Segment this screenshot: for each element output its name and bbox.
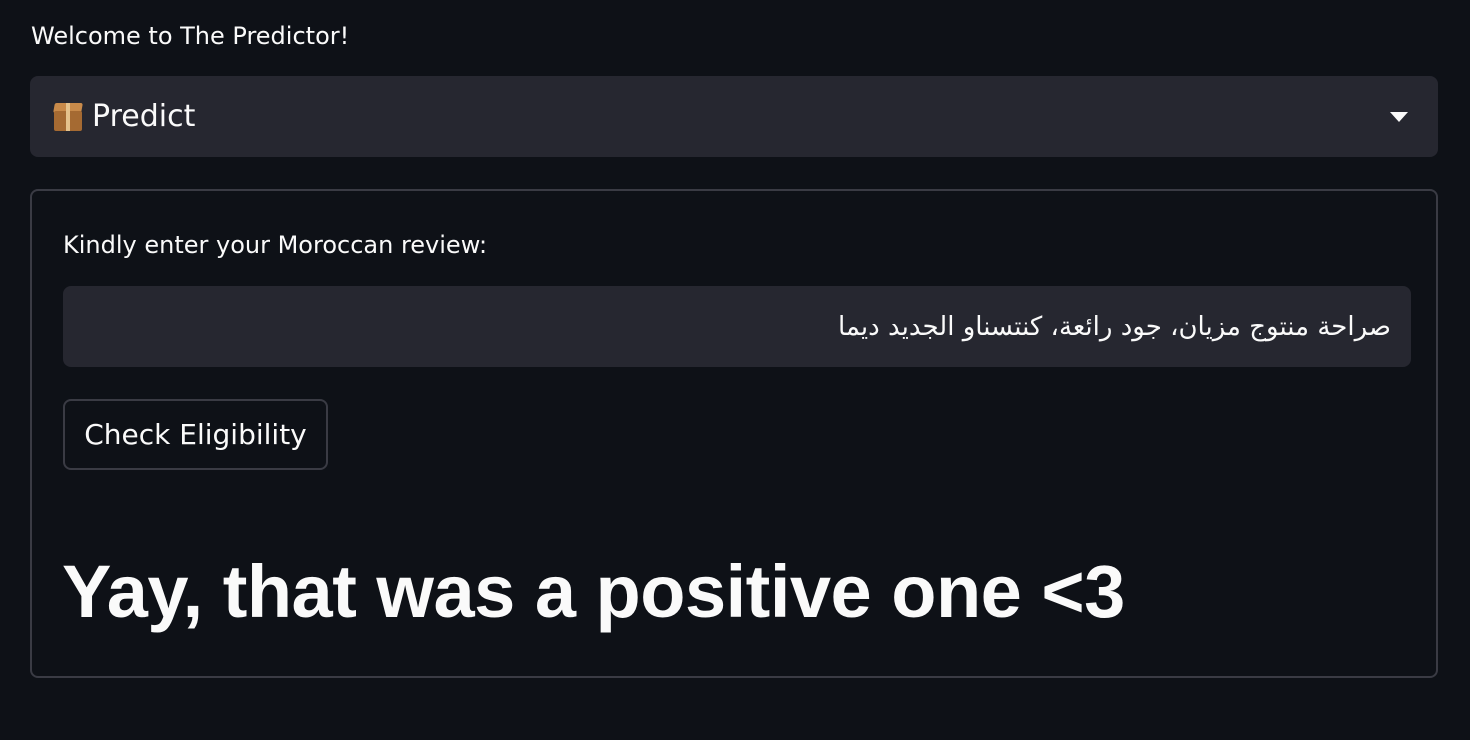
mode-select[interactable]: Predict — [30, 76, 1438, 157]
package-icon — [50, 99, 86, 135]
review-input[interactable]: صراحة منتوج مزيان، جود رائعة، كنتسناو ال… — [63, 286, 1411, 367]
welcome-text: Welcome to The Predictor! — [31, 22, 350, 50]
chevron-down-icon[interactable] — [1390, 112, 1408, 122]
app-page: Welcome to The Predictor! Predict Kindly… — [0, 0, 1470, 740]
check-eligibility-button[interactable]: Check Eligibility — [63, 399, 328, 470]
prediction-result: Yay, that was a positive one <3 — [62, 550, 1125, 633]
predict-form: Kindly enter your Moroccan review: صراحة… — [30, 189, 1438, 678]
review-input-text: صراحة منتوج مزيان، جود رائعة، كنتسناو ال… — [837, 311, 1391, 342]
review-input-label: Kindly enter your Moroccan review: — [63, 231, 488, 259]
mode-select-value: Predict — [92, 99, 196, 134]
